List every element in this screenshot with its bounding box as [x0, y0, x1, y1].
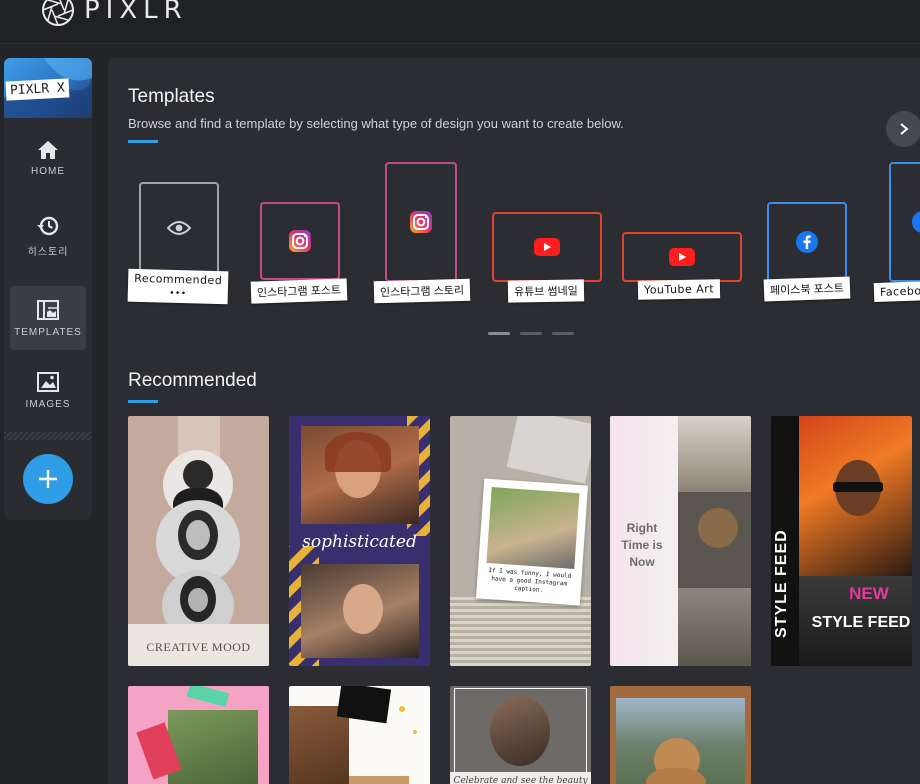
photo — [349, 776, 409, 784]
decor-dot — [413, 730, 417, 734]
label-extra: ••• — [168, 288, 187, 300]
templates-subtitle: Browse and find a template by selecting … — [128, 116, 624, 131]
sidebar-item-images[interactable]: IMAGES — [4, 358, 92, 422]
carousel-dot[interactable] — [552, 332, 574, 335]
carousel-dot[interactable] — [520, 332, 542, 335]
recommended-title: Recommended — [128, 370, 257, 391]
photo — [490, 696, 550, 766]
youtube-icon — [534, 238, 560, 256]
sidebar: PIXLR X HOME 히스토리 TEMPLATES IMAGES — [4, 58, 92, 520]
photo — [678, 588, 751, 666]
eye-icon — [167, 221, 191, 235]
sidebar-item-history[interactable]: 히스토리 — [4, 204, 92, 268]
card-caption: STYLE FEED — [773, 529, 790, 638]
instagram-icon — [289, 230, 311, 252]
sidebar-item-templates[interactable]: TEMPLATES — [10, 286, 86, 350]
top-bar: PIXLR — [0, 0, 920, 44]
template-type-recommended[interactable] — [139, 182, 219, 274]
polaroid-frame: If I was funny, I would have a good Inst… — [475, 478, 589, 606]
chevron-right-icon — [900, 123, 909, 135]
sidebar-divider — [4, 432, 92, 440]
card-caption-alt: NEW — [849, 584, 889, 603]
sidebar-item-label: IMAGES — [25, 398, 71, 410]
template-type-facebook-cover[interactable] — [889, 162, 920, 282]
history-icon — [37, 216, 59, 235]
sidebar-item-label: HOME — [31, 165, 65, 177]
card-caption: sophisticated — [302, 532, 417, 552]
portrait-photo — [301, 426, 419, 524]
photo — [486, 487, 580, 570]
sidebar-brand[interactable]: PIXLR X — [4, 58, 92, 118]
photo — [616, 698, 745, 784]
template-card[interactable] — [610, 686, 751, 784]
card-caption: Right Time is Now — [621, 521, 663, 569]
template-type-youtube-thumbnail[interactable] — [492, 212, 602, 282]
template-type-label: YouTube Art — [637, 279, 721, 300]
template-card-sophisticated[interactable]: sophisticated — [289, 416, 430, 666]
sidebar-item-label: TEMPLATES — [14, 326, 82, 338]
template-type-label: 유튜브 썸네일 — [507, 279, 584, 303]
template-type-instagram-post[interactable] — [260, 202, 340, 280]
youtube-icon — [669, 248, 695, 266]
photo — [289, 706, 349, 784]
decor-shape — [186, 686, 230, 707]
templates-title: Templates — [128, 86, 215, 107]
carousel-next-button[interactable] — [886, 111, 920, 147]
brand-label: PIXLR X — [5, 78, 70, 101]
template-type-label: 인스타그램 포스트 — [250, 278, 348, 304]
facebook-icon — [796, 231, 818, 253]
add-button[interactable] — [23, 454, 73, 504]
template-card[interactable] — [289, 686, 430, 784]
photo — [799, 416, 912, 576]
plus-icon — [39, 470, 57, 488]
template-card[interactable]: Celebrate and see the beauty in — [450, 686, 591, 784]
template-type-label: Faceboo — [873, 280, 920, 303]
photo — [678, 492, 751, 588]
template-type-label: 인스타그램 스토리 — [373, 278, 471, 304]
card-caption: Celebrate and see the beauty in — [453, 776, 588, 784]
template-type-instagram-story[interactable] — [385, 162, 457, 282]
decor-dot — [399, 706, 405, 712]
card-caption: CREATIVE MOOD — [146, 640, 251, 654]
template-type-youtube-art[interactable] — [622, 232, 742, 282]
main-panel: Templates Browse and find a template by … — [108, 58, 920, 784]
label-text: Recommended — [134, 271, 223, 288]
photo — [168, 710, 258, 784]
logo-text: PIXLR — [84, 0, 188, 25]
pixlr-logo[interactable]: PIXLR — [40, 0, 188, 28]
home-icon — [38, 140, 58, 159]
photo — [678, 416, 751, 492]
template-type-label: Recommended ••• — [127, 268, 229, 305]
template-card[interactable] — [128, 686, 269, 784]
title-underline — [128, 400, 158, 403]
templates-icon — [37, 299, 59, 320]
sidebar-item-home[interactable]: HOME — [4, 126, 92, 190]
template-card-creative-mood[interactable]: CREATIVE MOOD — [128, 416, 269, 666]
card-caption: If I was funny, I would have a good Inst… — [488, 567, 572, 594]
instagram-icon — [410, 211, 432, 233]
decor-newspaper — [450, 596, 591, 666]
template-card-funny-caption[interactable]: If I was funny, I would have a good Inst… — [450, 416, 591, 666]
carousel-dot[interactable] — [488, 332, 510, 335]
title-underline — [128, 140, 158, 143]
template-type-facebook-post[interactable] — [767, 202, 847, 282]
template-card-style-feed[interactable]: STYLE FEED NEW STYLE FEED — [771, 416, 912, 666]
decor-paper — [506, 416, 591, 484]
card-caption: STYLE FEED — [811, 614, 911, 631]
aperture-icon — [42, 0, 74, 26]
facebook-icon — [912, 211, 920, 233]
portrait-photo — [301, 564, 419, 658]
sidebar-item-label: 히스토리 — [27, 246, 69, 258]
image-icon — [37, 371, 59, 392]
template-type-label: 페이스북 포스트 — [763, 276, 851, 302]
template-card-right-time[interactable]: Right Time is Now — [610, 416, 751, 666]
